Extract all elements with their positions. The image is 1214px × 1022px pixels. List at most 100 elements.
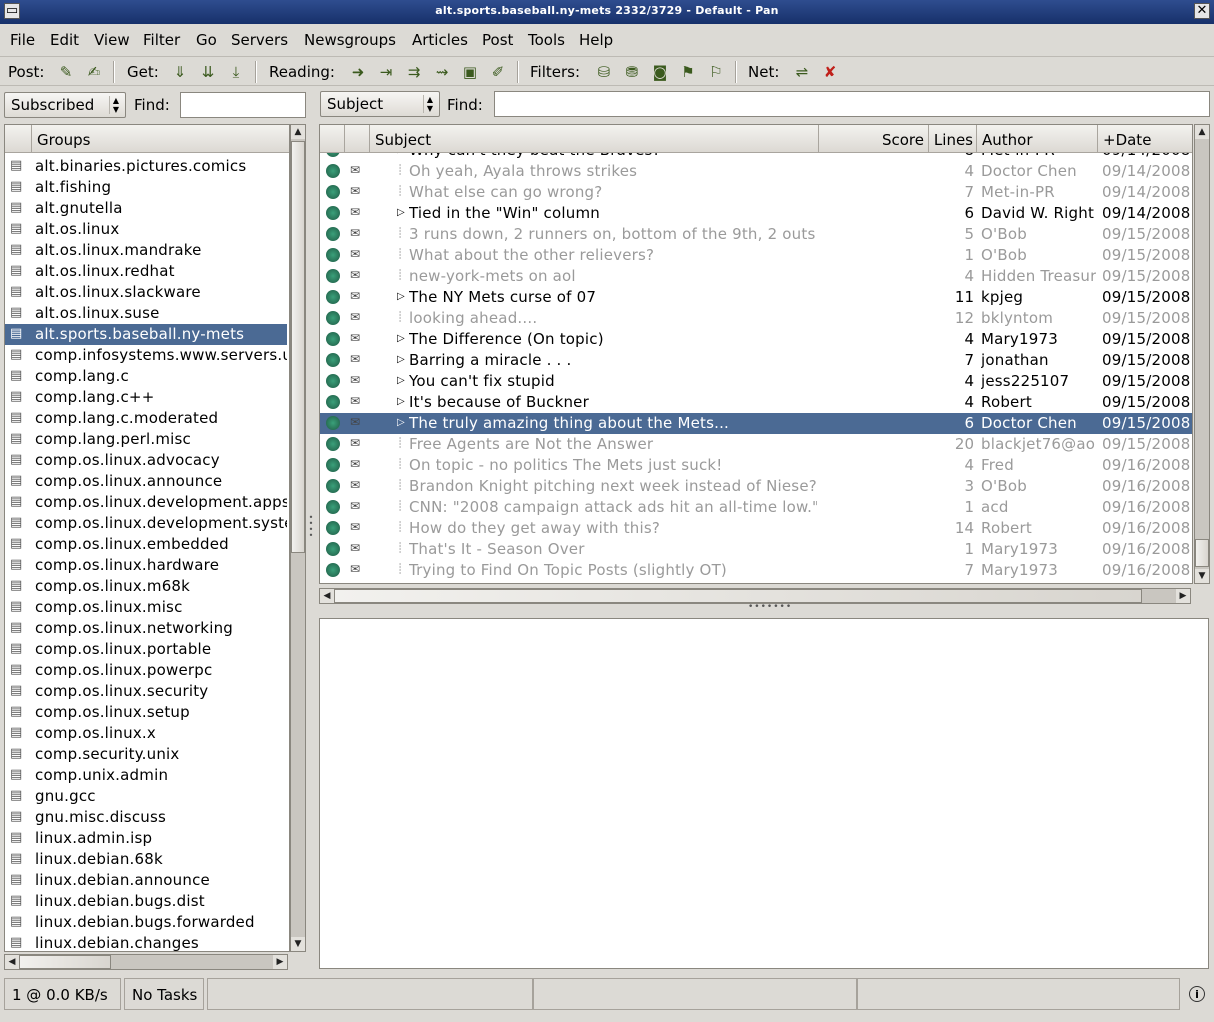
header-list[interactable]: Subject Score Lines Author +Date ✉ ▷ Why c… (319, 124, 1193, 584)
next-watched-icon[interactable]: ⇝ (432, 62, 452, 82)
group-row[interactable]: ▤ alt.os.linux (5, 219, 287, 240)
article-row[interactable]: ✉ ┊ Brandon Knight pitching next week inst… (320, 476, 1192, 497)
menu-view[interactable]: View (94, 31, 130, 49)
group-row[interactable]: ▤ comp.os.linux.security (5, 681, 287, 702)
header-find-input[interactable] (494, 91, 1210, 117)
scroll-up-icon[interactable]: ▲ (1195, 125, 1209, 139)
group-header-icon-column[interactable] (5, 125, 32, 153)
menu-filter[interactable]: Filter (143, 31, 180, 49)
scroll-down-icon[interactable]: ▼ (1195, 569, 1209, 583)
article-row[interactable]: ✉ ▷ Tied in the "Win" column 6 David W. Righ… (320, 203, 1192, 224)
filter-watched-icon[interactable]: ⚑ (678, 62, 698, 82)
post-article-icon[interactable]: ✎ (56, 62, 76, 82)
group-row[interactable]: ▤ comp.os.linux.embedded (5, 534, 287, 555)
column-header-date[interactable]: +Date (1098, 125, 1192, 153)
group-row[interactable]: ▤ comp.os.linux.announce (5, 471, 287, 492)
filter-cached-icon[interactable]: ⛃ (622, 62, 642, 82)
menu-servers[interactable]: Servers (231, 31, 288, 49)
article-row[interactable]: ✉ ┊ 3 runs down, 2 runners on, bottom of t… (320, 224, 1192, 245)
group-list-vscrollbar[interactable]: ▲ ▼ (290, 124, 306, 952)
group-row[interactable]: ▤ linux.debian.68k (5, 849, 287, 870)
header-scroll-thumb[interactable] (1195, 539, 1209, 567)
article-row[interactable]: ✉ ▷ Why can't they beat the Braves? 8 Met-in… (320, 153, 1192, 161)
scroll-left-icon[interactable]: ◀ (320, 589, 334, 603)
column-header-subject[interactable]: Subject (370, 125, 819, 153)
article-row[interactable]: ✉ ┊ On topic - no politics The Mets just s… (320, 455, 1192, 476)
group-row[interactable]: ▤ comp.infosystems.www.servers.unix (5, 345, 287, 366)
menu-newsgroups[interactable]: Newsgroups (304, 31, 396, 49)
menu-file[interactable]: File (10, 31, 35, 49)
column-header-score[interactable]: Score (819, 125, 929, 153)
group-filter-combo[interactable]: Subscribed ▲ ▼ (4, 92, 126, 118)
group-find-input[interactable] (180, 92, 306, 118)
menu-articles[interactable]: Articles (412, 31, 468, 49)
article-row[interactable]: ✉ ┊ Free Agents are Not the Answer 20 blackj… (320, 434, 1192, 455)
scroll-right-icon[interactable]: ▶ (273, 955, 287, 969)
menu-post[interactable]: Post (482, 31, 513, 49)
column-header-lines[interactable]: Lines (929, 125, 977, 153)
group-row[interactable]: ▤ comp.os.linux.portable (5, 639, 287, 660)
group-row[interactable]: ▤ alt.binaries.pictures.comics (5, 156, 287, 177)
save-article-icon[interactable]: ▣ (460, 62, 480, 82)
article-row[interactable]: ✉ ┊ That's It - Season Over 1 Mary1973 09/16/… (320, 539, 1192, 560)
group-list-hscrollbar[interactable]: ◀ ▶ (4, 954, 288, 970)
close-icon[interactable]: ✕ (1194, 3, 1210, 19)
followup-icon[interactable]: ✍ (84, 62, 104, 82)
column-header-author[interactable]: Author (977, 125, 1098, 153)
article-row[interactable]: ✉ ▷ The truly amazing thing about the Mets… (320, 413, 1192, 434)
next-thread-icon[interactable]: ⇥ (376, 62, 396, 82)
group-row[interactable]: ▤ comp.os.linux.development.apps (5, 492, 287, 513)
info-icon[interactable]: i (1189, 986, 1205, 1002)
article-row[interactable]: ✉ ┊ CNN: "2008 campaign attack ads hit an … (320, 497, 1192, 518)
menu-go[interactable]: Go (196, 31, 217, 49)
group-row[interactable]: ▤ alt.os.linux.redhat (5, 261, 287, 282)
article-row[interactable]: ✉ ┊ What else can go wrong? 7 Met-in-PR 09/14… (320, 182, 1192, 203)
group-row[interactable]: ▤ comp.os.linux.misc (5, 597, 287, 618)
group-row[interactable]: ▤ linux.admin.isp (5, 828, 287, 849)
article-row[interactable]: ✉ ┊ How do they get away with this? 14 Rober… (320, 518, 1192, 539)
get-new-headers-icon[interactable]: ⇓ (170, 62, 190, 82)
get-subscribed-icon[interactable]: ⇊ (198, 62, 218, 82)
scroll-left-icon[interactable]: ◀ (5, 955, 19, 969)
edit-icon[interactable]: ✐ (488, 62, 508, 82)
scroll-right-icon[interactable]: ▶ (1176, 589, 1190, 603)
header-list-vscrollbar[interactable]: ▲ ▼ (1194, 124, 1210, 584)
filter-complete-icon[interactable]: ◙ (650, 62, 670, 82)
group-row[interactable]: ▤ comp.security.unix (5, 744, 287, 765)
group-list[interactable]: Groups ▤ alt.binaries.pictures.comics ▤ alt… (4, 124, 290, 952)
group-row[interactable]: ▤ comp.os.linux.advocacy (5, 450, 287, 471)
article-row[interactable]: ✉ ▷ Barring a miracle . . . 7 jonathan 09/15/… (320, 350, 1192, 371)
group-row[interactable]: ▤ alt.os.linux.mandrake (5, 240, 287, 261)
column-header-state[interactable] (320, 125, 345, 153)
article-row[interactable]: ✉ ┊ Trying to Find On Topic Posts (slightl… (320, 560, 1192, 581)
group-row[interactable]: ▤ comp.os.linux.development.system (5, 513, 287, 534)
group-header[interactable]: Groups (32, 125, 289, 153)
menu-help[interactable]: Help (579, 31, 613, 49)
group-row[interactable]: ▤ alt.sports.baseball.ny-mets (5, 324, 287, 345)
header-filter-combo[interactable]: Subject ▲ ▼ (320, 91, 440, 117)
article-row[interactable]: ✉ ┊ Oh yeah, Ayala throws strikes 4 Doctor C… (320, 161, 1192, 182)
article-row[interactable]: ✉ ▷ You can't fix stupid 4 jess225107 09/15/2… (320, 371, 1192, 392)
group-row[interactable]: ▤ alt.os.linux.slackware (5, 282, 287, 303)
group-row[interactable]: ▤ comp.lang.c (5, 366, 287, 387)
menu-tools[interactable]: Tools (528, 31, 565, 49)
group-row[interactable]: ▤ alt.os.linux.suse (5, 303, 287, 324)
group-row[interactable]: ▤ comp.os.linux.m68k (5, 576, 287, 597)
group-scroll-thumb[interactable] (291, 141, 305, 553)
group-row[interactable]: ▤ comp.os.linux.powerpc (5, 660, 287, 681)
group-row[interactable]: ▤ linux.debian.announce (5, 870, 287, 891)
scroll-up-icon[interactable]: ▲ (291, 125, 305, 139)
group-row[interactable]: ▤ comp.os.linux.hardware (5, 555, 287, 576)
task-status[interactable]: No Tasks (124, 978, 204, 1010)
pane-grip[interactable]: ••••••• (748, 602, 791, 612)
filter-unread-icon[interactable]: ⛁ (594, 62, 614, 82)
article-row[interactable]: ✉ ┊ What about the other relievers? 1 O'Bob 0… (320, 245, 1192, 266)
group-row[interactable]: ▤ gnu.gcc (5, 786, 287, 807)
group-row[interactable]: ▤ alt.fishing (5, 177, 287, 198)
article-row[interactable]: ✉ ┊ looking ahead.... 12 bklyntom 09/15/2008 (320, 308, 1192, 329)
article-row[interactable]: ✉ ▷ The Difference (On topic) 4 Mary1973 09/1… (320, 329, 1192, 350)
group-row[interactable]: ▤ comp.os.linux.x (5, 723, 287, 744)
group-row[interactable]: ▤ comp.unix.admin (5, 765, 287, 786)
menu-edit[interactable]: Edit (50, 31, 79, 49)
online-icon[interactable]: ⇌ (792, 62, 812, 82)
